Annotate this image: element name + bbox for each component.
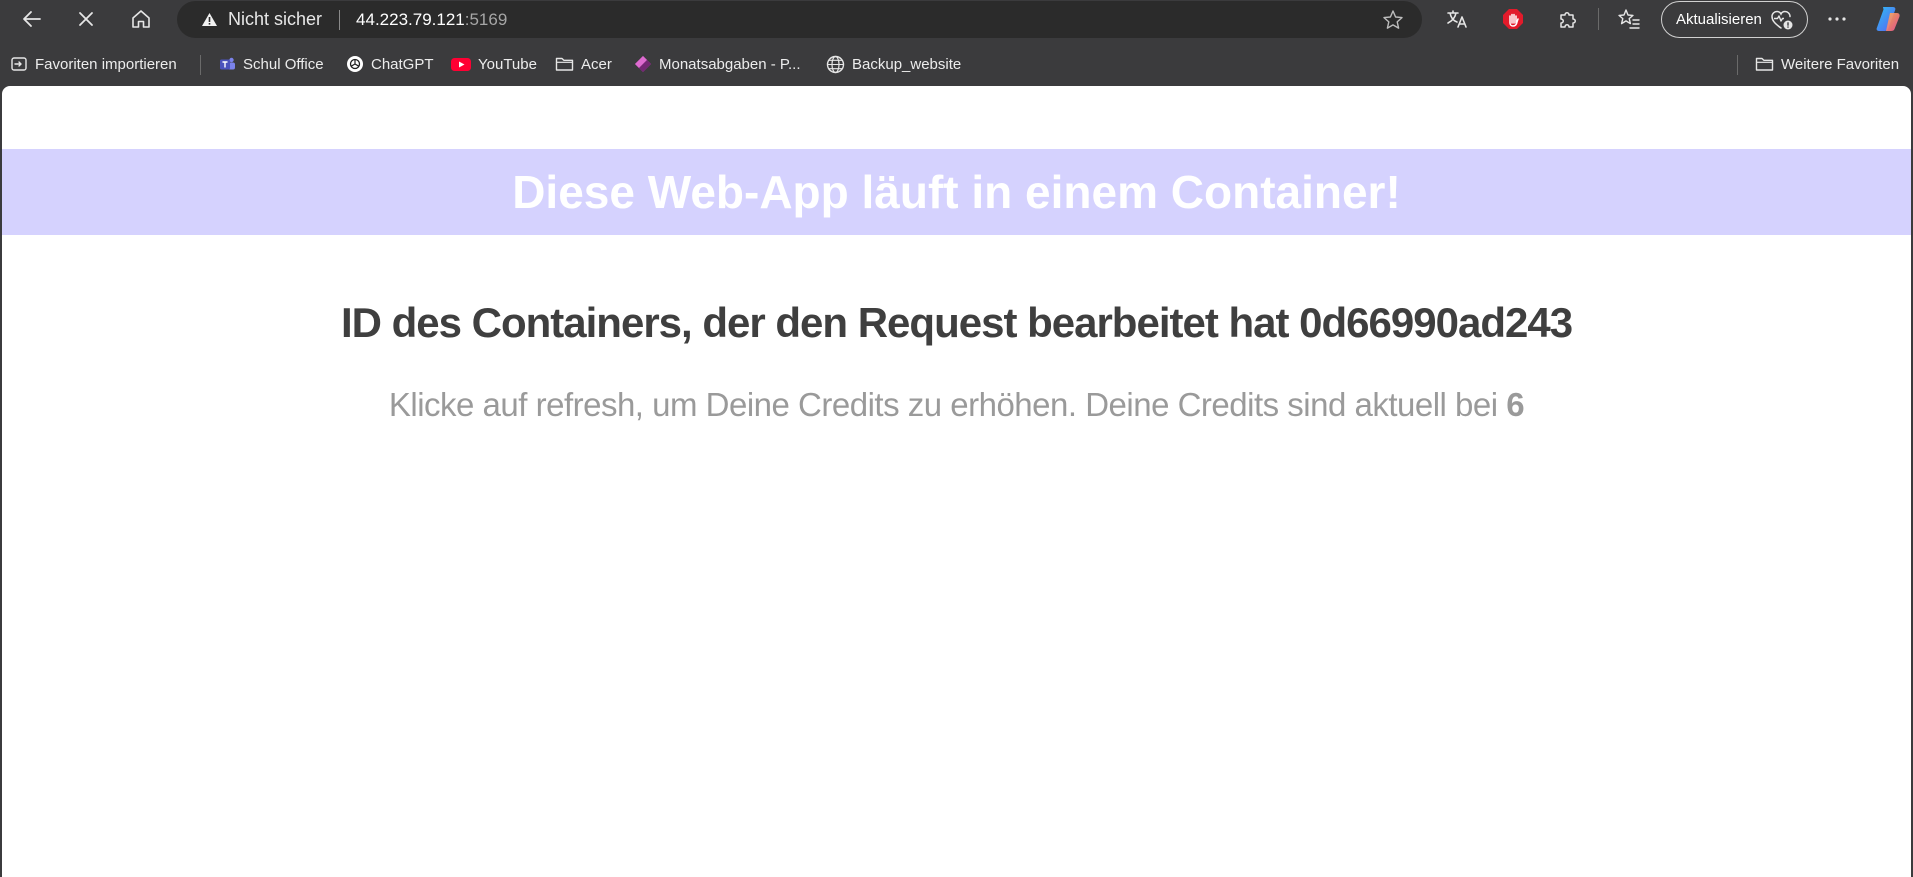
powerapps-icon — [635, 56, 651, 72]
more-options-icon — [1828, 17, 1846, 21]
home-icon — [132, 10, 150, 28]
read-aloud-button[interactable] — [1441, 3, 1473, 35]
url-host: 44.223.79.121 — [356, 9, 465, 29]
toolbar-divider — [1598, 8, 1599, 30]
other-favorites-label: Weitere Favoriten — [1781, 55, 1900, 73]
credits-value: 6 — [1506, 386, 1525, 423]
import-favorites-icon — [11, 57, 27, 71]
folder-icon — [1755, 57, 1774, 71]
update-button[interactable]: Aktualisieren — [1661, 1, 1808, 38]
browser-health-icon — [1771, 10, 1793, 29]
copilot-icon — [1876, 7, 1900, 31]
teams-icon — [220, 57, 235, 69]
credits-text: Klicke auf refresh, um Deine Credits zu … — [388, 386, 1507, 423]
back-button[interactable] — [16, 3, 48, 35]
add-favorite-button[interactable] — [1382, 9, 1404, 36]
favorite-item-label: Acer — [581, 55, 612, 73]
update-label: Aktualisieren — [1676, 11, 1762, 28]
puzzle-icon — [1560, 12, 1576, 28]
favorites-divider — [1737, 55, 1738, 75]
stop-loading-button[interactable] — [70, 3, 102, 35]
youtube-icon — [451, 57, 471, 71]
security-label: Nicht sicher — [228, 9, 323, 29]
favorite-item-backup-website[interactable]: Backup_website — [826, 50, 961, 78]
home-button[interactable] — [125, 3, 157, 35]
favorite-item-schul-office[interactable]: Schul Office — [219, 50, 324, 78]
favorites-divider — [200, 55, 201, 75]
address-bar[interactable]: Nicht sicher 44.223.79.121:5169 — [177, 1, 1422, 38]
adblock-extension-button[interactable] — [1497, 3, 1529, 35]
extensions-button[interactable] — [1552, 3, 1584, 35]
folder-icon — [555, 57, 574, 71]
favorites-import-label: Favoriten importieren — [35, 55, 177, 73]
favorite-item-label: Monatsabgaben - P... — [659, 55, 801, 73]
credits-message: Klicke auf refresh, um Deine Credits zu … — [2, 386, 1911, 424]
favorites-button[interactable] — [1613, 3, 1645, 35]
settings-menu-button[interactable] — [1821, 3, 1853, 35]
other-favorites-item[interactable]: Weitere Favoriten — [1755, 50, 1899, 78]
warning-icon — [202, 13, 217, 26]
favorite-item-monatsabgaben[interactable]: Monatsabgaben - P... — [634, 50, 801, 78]
adblock-hand-icon — [1503, 9, 1523, 29]
favorite-item-label: Schul Office — [243, 55, 324, 73]
favorite-item-label: ChatGPT — [371, 55, 434, 73]
favorite-item-acer[interactable]: Acer — [555, 50, 612, 78]
copilot-button[interactable] — [1874, 5, 1902, 33]
favorite-item-chatgpt[interactable]: ChatGPT — [346, 50, 434, 78]
globe-icon — [826, 55, 845, 73]
address-divider — [339, 9, 341, 30]
translate-icon — [1447, 10, 1467, 28]
favorites-list-icon — [1618, 9, 1640, 29]
security-indicator[interactable]: Nicht sicher — [201, 1, 322, 38]
star-icon — [1383, 10, 1403, 29]
page-banner: Diese Web-App läuft in einem Container! — [2, 149, 1911, 235]
favorite-item-youtube[interactable]: YouTube — [451, 50, 537, 78]
favorites-bar: Favoriten importieren Schul Office ChatG… — [0, 44, 1913, 84]
browser-toolbar: Nicht sicher 44.223.79.121:5169 Aktualis… — [0, 0, 1913, 38]
favorites-import-item[interactable]: Favoriten importieren — [10, 50, 177, 78]
close-icon — [79, 12, 93, 26]
favorite-item-label: Backup_website — [852, 55, 962, 73]
chatgpt-icon — [347, 56, 363, 72]
container-id-heading: ID des Containers, der den Request bearb… — [340, 299, 1573, 346]
url-port: :5169 — [464, 9, 508, 29]
url-text[interactable]: 44.223.79.121:5169 — [356, 10, 507, 30]
page-viewport: Diese Web-App läuft in einem Container! … — [2, 86, 1911, 877]
back-arrow-icon — [23, 11, 41, 27]
page-title: Diese Web-App läuft in einem Container! — [512, 166, 1401, 218]
favorite-item-label: YouTube — [478, 55, 537, 73]
